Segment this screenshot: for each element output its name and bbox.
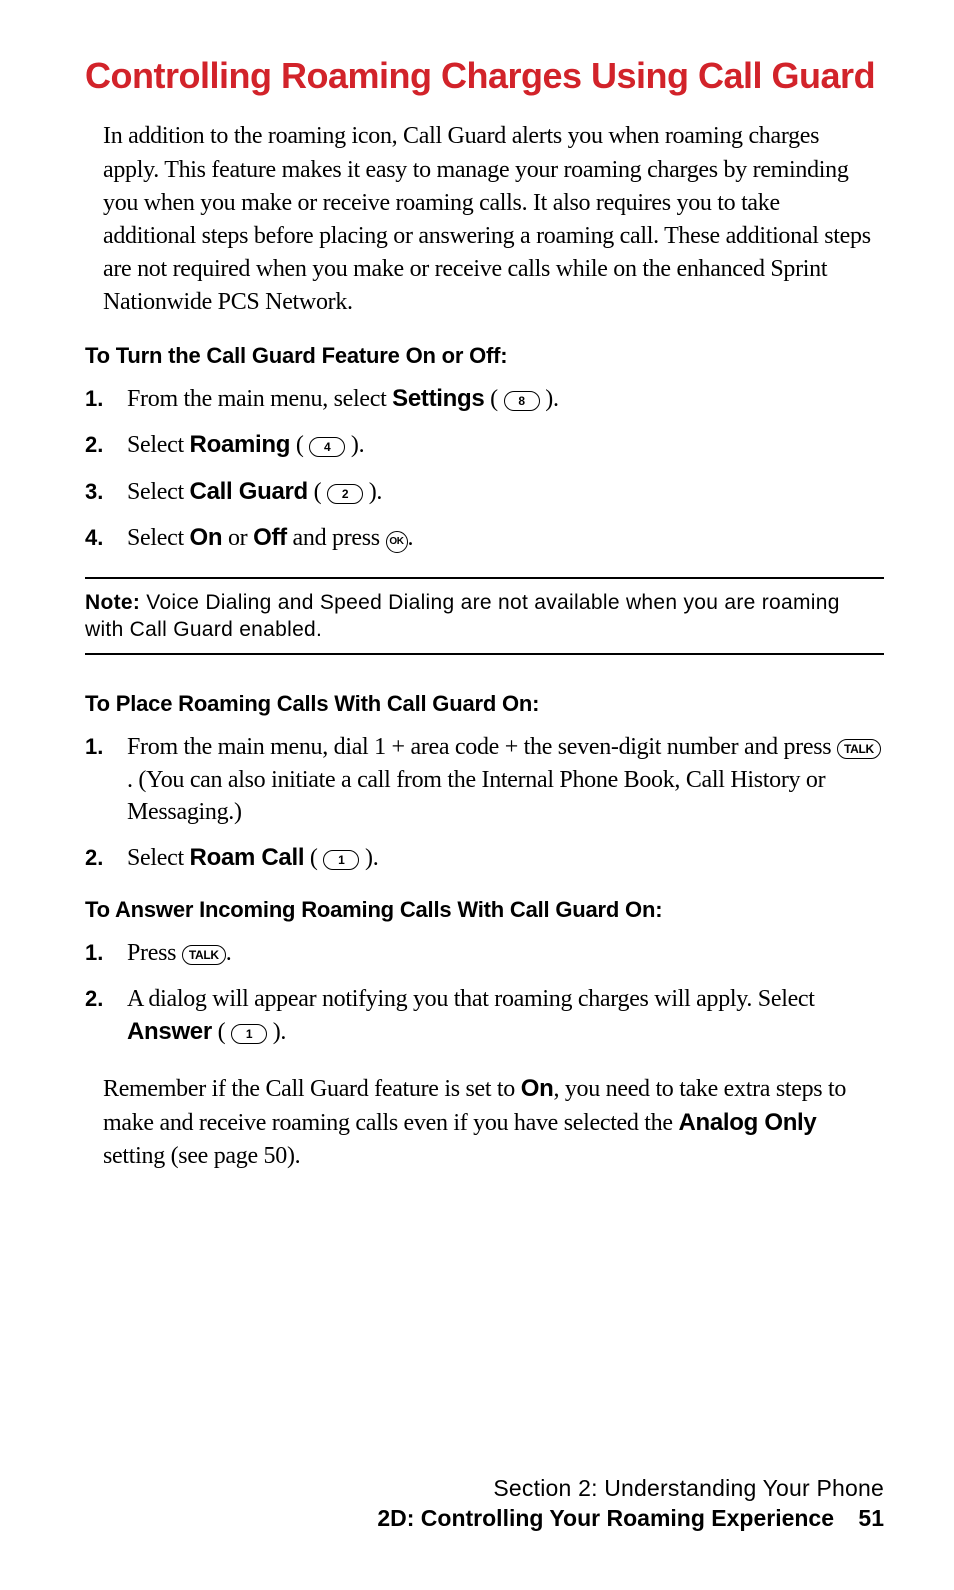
- subheading-turn-on-off: To Turn the Call Guard Feature On or Off…: [85, 343, 884, 369]
- steps-turn-on-off: 1. From the main menu, select Settings (…: [85, 383, 884, 555]
- text: (: [212, 1019, 231, 1045]
- bold-text: Answer: [127, 1018, 212, 1045]
- text: setting (see page 50).: [103, 1143, 300, 1169]
- note-box: Note: Voice Dialing and Speed Dialing ar…: [85, 577, 884, 656]
- text: Select: [127, 432, 190, 458]
- text: Select: [127, 525, 190, 551]
- document-page: Controlling Roaming Charges Using Call G…: [0, 0, 954, 1590]
- step-number: 4.: [85, 522, 127, 553]
- bold-text: Roaming: [190, 431, 291, 458]
- list-item: 1. From the main menu, select Settings (…: [85, 383, 884, 415]
- intro-paragraph: In addition to the roaming icon, Call Gu…: [103, 120, 874, 319]
- bold-text: Settings: [392, 385, 484, 412]
- step-body: A dialog will appear notifying you that …: [127, 983, 884, 1048]
- text: A dialog will appear notifying you that …: [127, 986, 815, 1012]
- bold-text: Call Guard: [190, 478, 308, 505]
- text: ).: [540, 386, 559, 412]
- footer-title: 2D: Controlling Your Roaming Experience: [377, 1505, 834, 1531]
- note-label: Note:: [85, 591, 140, 614]
- text: (: [304, 845, 323, 871]
- subheading-answer-calls: To Answer Incoming Roaming Calls With Ca…: [85, 897, 884, 923]
- bold-text: Off: [253, 524, 287, 551]
- page-number: 51: [858, 1505, 884, 1532]
- text: (: [290, 432, 309, 458]
- list-item: 2. Select Roaming ( 4 ).: [85, 429, 884, 461]
- text: ).: [267, 1019, 286, 1045]
- steps-place-calls: 1. From the main menu, dial 1 + area cod…: [85, 731, 884, 875]
- bold-text: Roam Call: [190, 844, 305, 871]
- list-item: 1. Press TALK.: [85, 937, 884, 969]
- step-number: 2.: [85, 983, 127, 1014]
- bold-text: Analog Only: [678, 1109, 816, 1136]
- footer-section: Section 2: Understanding Your Phone: [377, 1475, 884, 1502]
- page-footer: Section 2: Understanding Your Phone 2D: …: [377, 1475, 884, 1532]
- step-number: 2.: [85, 429, 127, 460]
- text: Select: [127, 845, 190, 871]
- text: Remember if the Call Guard feature is se…: [103, 1076, 521, 1102]
- list-item: 2. A dialog will appear notifying you th…: [85, 983, 884, 1048]
- bold-text: On: [190, 524, 223, 551]
- text: . (You can also initiate a call from the…: [127, 767, 825, 825]
- text: .: [226, 940, 232, 966]
- text: Select: [127, 479, 190, 505]
- step-body: Press TALK.: [127, 937, 884, 969]
- key-ok-icon: OK: [386, 531, 408, 553]
- list-item: 1. From the main menu, dial 1 + area cod…: [85, 731, 884, 828]
- text: ).: [345, 432, 364, 458]
- outro-paragraph: Remember if the Call Guard feature is se…: [103, 1072, 874, 1173]
- text: From the main menu, select: [127, 386, 392, 412]
- subheading-place-calls: To Place Roaming Calls With Call Guard O…: [85, 691, 884, 717]
- text: or: [222, 525, 253, 551]
- step-number: 2.: [85, 842, 127, 873]
- text: ).: [363, 479, 382, 505]
- key-1-icon: 1: [231, 1024, 267, 1044]
- step-body: Select Call Guard ( 2 ).: [127, 476, 884, 508]
- step-body: From the main menu, dial 1 + area code +…: [127, 731, 884, 828]
- key-1-icon: 1: [323, 850, 359, 870]
- key-8-icon: 8: [504, 391, 540, 411]
- key-2-icon: 2: [327, 484, 363, 504]
- step-number: 3.: [85, 476, 127, 507]
- key-talk-icon: TALK: [837, 739, 881, 759]
- list-item: 2. Select Roam Call ( 1 ).: [85, 842, 884, 874]
- key-talk-icon: TALK: [182, 945, 226, 965]
- text: (: [308, 479, 327, 505]
- text: (: [484, 386, 503, 412]
- step-body: From the main menu, select Settings ( 8 …: [127, 383, 884, 415]
- step-body: Select Roaming ( 4 ).: [127, 429, 884, 461]
- note-text: Voice Dialing and Speed Dialing are not …: [85, 591, 840, 641]
- text: From the main menu, dial 1 + area code +…: [127, 734, 837, 760]
- text: Press: [127, 940, 182, 966]
- footer-subsection: 2D: Controlling Your Roaming Experience …: [377, 1505, 884, 1532]
- step-body: Select Roam Call ( 1 ).: [127, 842, 884, 874]
- key-4-icon: 4: [309, 437, 345, 457]
- list-item: 3. Select Call Guard ( 2 ).: [85, 476, 884, 508]
- step-number: 1.: [85, 937, 127, 968]
- bold-text: On: [521, 1075, 554, 1102]
- text: .: [408, 525, 414, 551]
- step-number: 1.: [85, 731, 127, 762]
- page-title: Controlling Roaming Charges Using Call G…: [85, 55, 884, 96]
- list-item: 4. Select On or Off and press OK.: [85, 522, 884, 554]
- text: ).: [359, 845, 378, 871]
- steps-answer-calls: 1. Press TALK. 2. A dialog will appear n…: [85, 937, 884, 1048]
- step-number: 1.: [85, 383, 127, 414]
- text: and press: [287, 525, 386, 551]
- step-body: Select On or Off and press OK.: [127, 522, 884, 554]
